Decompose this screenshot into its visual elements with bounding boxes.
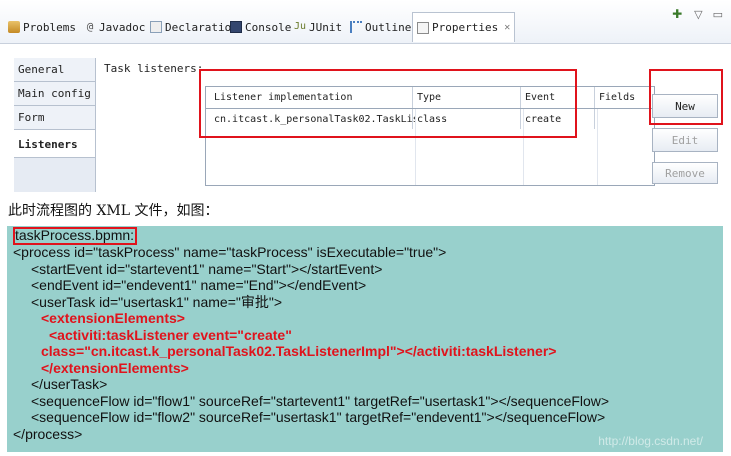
tab-label: Outline: [365, 20, 412, 34]
xml-line: <sequenceFlow id="flow1" sourceRef="star…: [31, 392, 610, 409]
task-listeners-label: Task listeners:: [104, 62, 204, 75]
tab-label: Declaration: [165, 20, 238, 34]
sidebar-item-main-config[interactable]: Main config: [14, 82, 95, 106]
declaration-icon: [150, 21, 162, 33]
remove-button[interactable]: Remove: [652, 162, 718, 184]
tab-outline[interactable]: Outline: [350, 17, 411, 37]
tab-label: JUnit: [309, 20, 343, 34]
highlight-new-button-box: [649, 69, 723, 125]
sidebar-item-form[interactable]: Form: [14, 106, 95, 130]
xml-line: <userTask id="usertask1" name="审批">: [31, 293, 282, 310]
xml-line: <process id="taskProcess" name="taskProc…: [13, 244, 447, 260]
tab-junit[interactable]: Ju JUnit: [294, 17, 342, 37]
xml-code-block: taskProcess.bpmn: <process id="taskProce…: [7, 226, 723, 452]
cell-fields: [594, 109, 654, 129]
tab-problems[interactable]: Problems: [8, 17, 76, 37]
properties-icon: [417, 21, 429, 34]
tab-label: Console: [245, 20, 292, 34]
tab-label: Properties: [432, 21, 499, 34]
caption-text: 此时流程图的 XML 文件，如图：: [8, 203, 219, 219]
properties-sidebar: General Main config Form Listeners: [14, 58, 96, 192]
console-icon: [230, 21, 242, 33]
xml-line: <endEvent id="endevent1" name="End"></en…: [31, 277, 367, 293]
xml-line: <startEvent id="startevent1" name="Start…: [31, 260, 383, 277]
column-divider: [597, 109, 598, 185]
tab-label: Javadoc: [99, 20, 146, 34]
minimize-icon[interactable]: ▽: [694, 8, 702, 21]
xml-line: <sequenceFlow id="flow2" sourceRef="user…: [31, 409, 606, 425]
sidebar-item-listeners[interactable]: Listeners: [14, 130, 95, 158]
tab-declaration[interactable]: Declaration: [150, 17, 238, 37]
close-icon[interactable]: ✕: [504, 22, 510, 33]
pin-icon[interactable]: ✚: [672, 8, 684, 20]
tab-properties[interactable]: Properties ✕: [412, 12, 516, 42]
sidebar-item-general[interactable]: General: [14, 58, 95, 82]
view-controls: ✚ ▽ ▭: [672, 8, 723, 21]
maximize-icon[interactable]: ▭: [713, 8, 723, 21]
edit-button[interactable]: Edit: [652, 128, 718, 152]
xml-line: class="cn.itcast.k_personalTask02.TaskLi…: [41, 343, 557, 359]
xml-line: <extensionElements>: [41, 310, 185, 326]
tab-console[interactable]: Console: [230, 17, 291, 37]
junit-icon: Ju: [294, 21, 307, 32]
highlight-table-box: [199, 69, 577, 138]
outline-icon: [350, 21, 362, 33]
xml-line: </process>: [13, 425, 83, 442]
javadoc-icon: @: [86, 20, 94, 33]
tab-label: Problems: [23, 20, 76, 34]
xml-line: <activiti:taskListener event="create": [49, 326, 292, 343]
xml-line: </extensionElements>: [41, 359, 189, 376]
view-tab-bar: Problems @ Javadoc Declaration Console J…: [0, 0, 731, 44]
xml-line: </userTask>: [31, 376, 108, 392]
sidebar-empty-area: [14, 158, 95, 183]
highlight-filename-box: [13, 227, 137, 245]
problems-icon: [8, 21, 20, 33]
tab-javadoc[interactable]: @ Javadoc: [84, 17, 146, 37]
column-header-fields[interactable]: Fields: [594, 87, 654, 108]
watermark: http://blog.csdn.net/: [598, 434, 703, 448]
